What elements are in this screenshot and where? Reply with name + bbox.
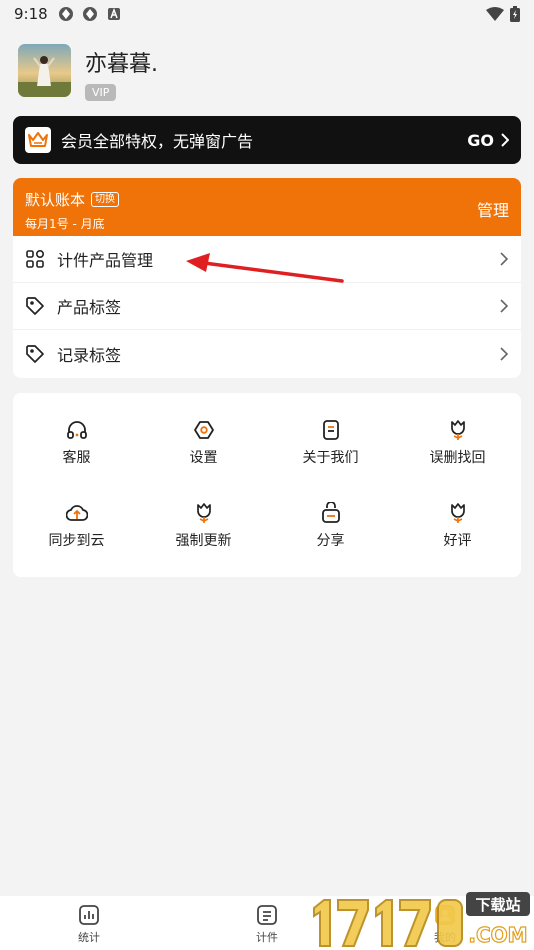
go-button[interactable]: GO [467,131,509,150]
svg-text:.COM: .COM [468,923,527,947]
status-time: 9:18 [14,5,48,23]
switch-account-button[interactable]: 切换 [91,192,120,207]
site-watermark-logo: 下载站 .COM [313,892,530,948]
nav-label: 计件 [256,931,278,944]
battery-icon [510,6,520,22]
account-cycle: 每月1号 - 月底 [25,217,105,231]
avatar[interactable] [18,44,71,97]
chevron-right-icon [500,299,509,313]
tool-sync-cloud[interactable]: 同步到云 [13,486,140,569]
document-icon [322,420,339,440]
tool-about-us[interactable]: 关于我们 [267,403,394,486]
chevron-right-icon [500,346,509,361]
menu-item-product-management[interactable]: 计件产品管理 [13,236,521,283]
chart-icon [79,905,99,925]
grid-icon [26,249,45,268]
vip-promo-banner[interactable]: 会员全部特权，无弹窗广告 GO [13,116,521,164]
tool-share[interactable]: 分享 [267,486,394,569]
vip-promo-text: 会员全部特权，无弹窗广告 [61,132,254,151]
tag-icon [26,297,44,315]
tool-label: 强制更新 [175,533,232,549]
tool-label: 误删找回 [429,450,486,466]
tool-label: 好评 [443,533,472,549]
watermark-text: 下载站 [475,896,520,914]
tool-settings[interactable]: 设置 [140,403,267,486]
wifi-icon [486,7,504,21]
tool-recover-deleted[interactable]: 误删找回 [394,403,521,486]
account-book-card: 默认账本 切换 每月1号 - 月底 管理 计件产品管理 产品标签 记录标签 [13,178,521,378]
tool-label: 关于我们 [302,450,359,466]
account-book-header[interactable]: 默认账本 切换 每月1号 - 月底 管理 [13,178,521,236]
text-notification-icon [107,7,120,20]
flower-icon [450,503,465,523]
list-icon [257,905,277,925]
app-notification-icon [58,7,73,21]
go-label: GO [467,130,494,150]
chevron-right-icon [501,133,509,147]
tools-grid: 客服 设置 关于我们 误删找回 同步到云 强制更新 分享 好评 [13,393,521,577]
crown-icon [25,127,51,153]
menu-item-label: 记录标签 [57,345,122,365]
flower-icon [196,503,211,523]
menu-item-label: 计件产品管理 [57,251,154,270]
tool-label: 设置 [189,450,218,466]
username: 亦暮暮. [85,52,158,77]
settings-icon [193,421,214,439]
account-book-name: 默认账本 [25,191,86,209]
headset-icon [66,421,87,439]
tool-rate[interactable]: 好评 [394,486,521,569]
app-notification-icon [82,7,97,21]
nav-tab-statistics[interactable]: 统计 [0,896,178,950]
menu-item-product-tags[interactable]: 产品标签 [13,283,521,330]
flower-icon [450,420,465,440]
menu-item-record-tags[interactable]: 记录标签 [13,330,521,377]
tool-label: 客服 [62,450,91,466]
cloud-upload-icon [65,505,88,521]
tool-label: 分享 [316,533,345,549]
share-icon [321,502,340,523]
vip-badge: VIP [85,84,117,101]
nav-label: 统计 [78,931,100,944]
tool-label: 同步到云 [48,533,105,549]
tag-icon [26,344,44,363]
chevron-right-icon [500,252,509,266]
tool-force-update[interactable]: 强制更新 [140,486,267,569]
menu-item-label: 产品标签 [57,298,122,317]
manage-button[interactable]: 管理 [477,197,509,221]
status-bar: 9:18 [0,0,534,28]
profile-header[interactable]: 亦暮暮. VIP [18,44,158,101]
tool-customer-service[interactable]: 客服 [13,403,140,486]
